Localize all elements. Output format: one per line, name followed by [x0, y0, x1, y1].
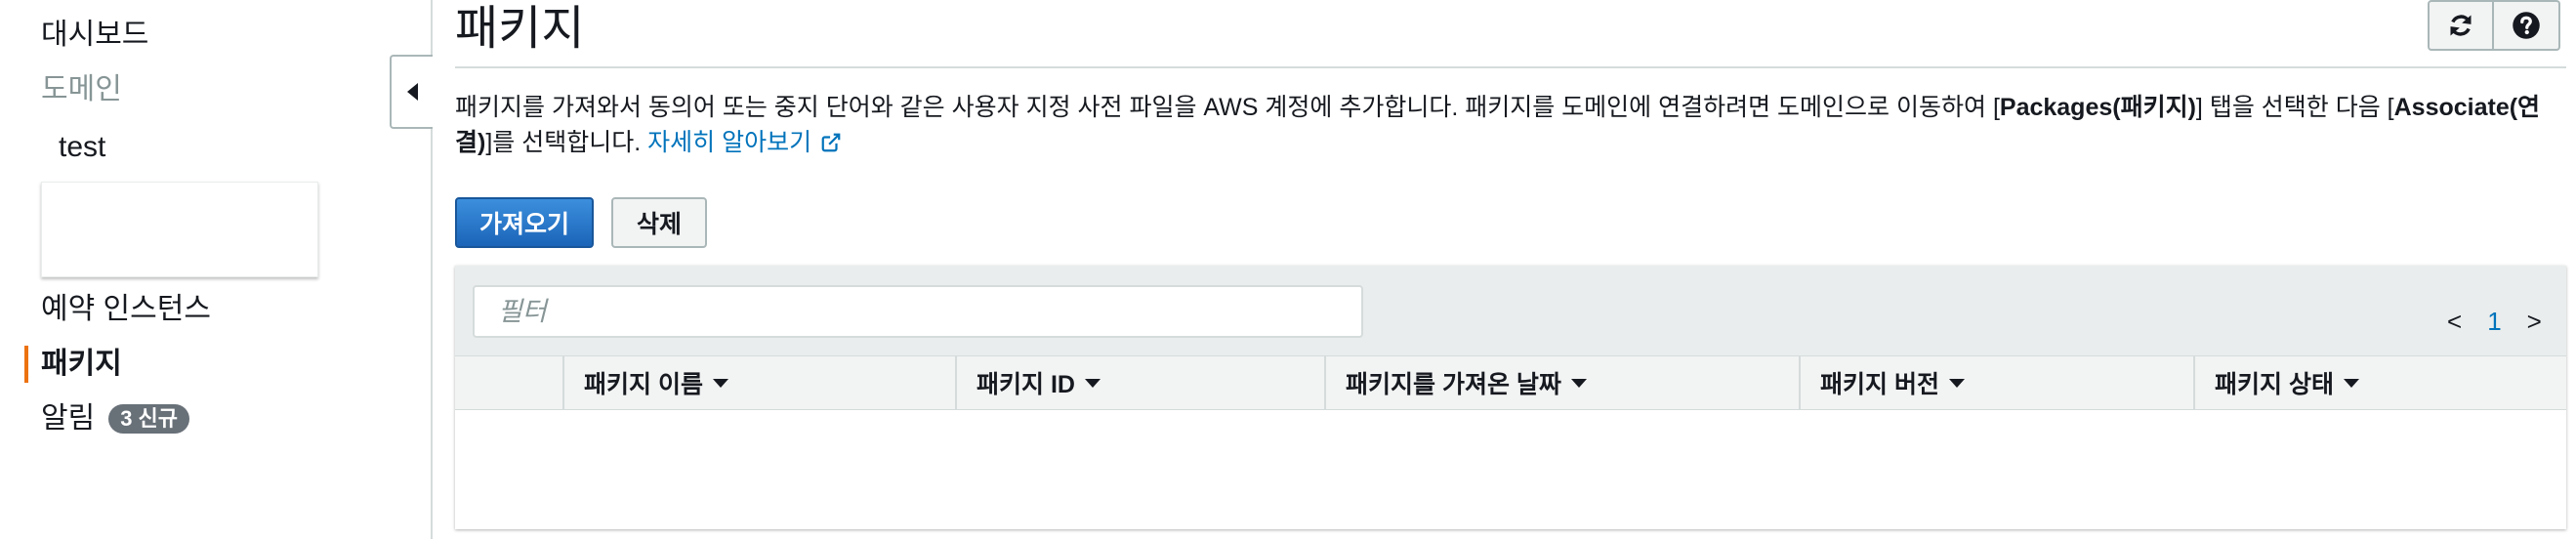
- sidebar-item-label: 알림: [41, 402, 96, 435]
- domain-list-panel: [41, 182, 318, 277]
- column-header-label: 패키지를 가져온 날짜: [1346, 371, 1561, 398]
- column-header-package-id[interactable]: 패키지 ID: [955, 356, 1324, 409]
- title-divider: [455, 66, 2566, 68]
- filter-bar: < 1 >: [455, 266, 2566, 355]
- page-title: 패키지: [455, 3, 585, 55]
- filter-input[interactable]: [473, 285, 1363, 338]
- sidebar-item-notifications[interactable]: 알림 3 신규: [41, 401, 190, 436]
- active-indicator: [24, 346, 28, 383]
- sidebar-item-domains[interactable]: 도메인: [41, 72, 122, 107]
- column-header-label: 패키지 이름: [584, 371, 703, 398]
- sidebar-item-dashboard[interactable]: 대시보드: [41, 18, 148, 53]
- learn-more-link[interactable]: 자세히 알아보기: [647, 129, 844, 156]
- sidebar-item-domain-test[interactable]: test: [59, 130, 105, 165]
- column-header-package-version[interactable]: 패키지 버전: [1799, 356, 2193, 409]
- sidebar-item-reserved-instances[interactable]: 예약 인스턴스: [41, 292, 211, 327]
- packages-table: < 1 > 패키지 이름 패키지 ID 패키지를 가져온 날짜 패키지 버전 패…: [455, 266, 2566, 529]
- notification-badge: 3 신규: [108, 404, 190, 434]
- help-button[interactable]: [2494, 0, 2560, 51]
- refresh-icon: [2450, 15, 2472, 36]
- pagination: < 1 >: [2447, 305, 2542, 338]
- column-header-package-name[interactable]: 패키지 이름: [562, 356, 955, 409]
- description-text: ] 탭을 선택한 다음 [: [2195, 94, 2394, 121]
- learn-more-label: 자세히 알아보기: [647, 129, 812, 156]
- sort-caret-icon: [712, 378, 728, 388]
- sidebar-item-packages[interactable]: 패키지: [41, 347, 122, 382]
- description-text: 패키지를 가져와서 동의어 또는 중지 단어와 같은 사용자 지정 사전 파일을…: [455, 94, 2000, 121]
- previous-page-button[interactable]: <: [2447, 305, 2462, 338]
- select-column-header: [455, 356, 562, 409]
- column-header-label: 패키지 ID: [976, 371, 1075, 398]
- next-page-button[interactable]: >: [2527, 305, 2542, 338]
- description-text: ]를 선택합니다.: [485, 129, 648, 156]
- sort-caret-icon: [1570, 378, 1587, 388]
- delete-button[interactable]: 삭제: [611, 197, 707, 248]
- refresh-button[interactable]: [2428, 0, 2494, 51]
- import-button[interactable]: 가져오기: [455, 197, 594, 248]
- sidebar: 대시보드 도메인 test 예약 인스턴스 패키지 알림 3 신규: [0, 0, 433, 539]
- collapse-sidebar-button[interactable]: [390, 55, 433, 129]
- page-description: 패키지를 가져와서 동의어 또는 중지 단어와 같은 사용자 지정 사전 파일을…: [455, 90, 2564, 160]
- column-header-label: 패키지 버전: [1820, 371, 1939, 398]
- sort-caret-icon: [1084, 378, 1101, 388]
- table-header-row: 패키지 이름 패키지 ID 패키지를 가져온 날짜 패키지 버전 패키지 상태: [455, 355, 2566, 410]
- caret-left-icon: [406, 83, 418, 101]
- column-header-label: 패키지 상태: [2215, 371, 2334, 398]
- sort-caret-icon: [2343, 378, 2359, 388]
- page-number-button[interactable]: 1: [2487, 305, 2501, 338]
- column-header-imported-date[interactable]: 패키지를 가져온 날짜: [1324, 356, 1799, 409]
- header-actions: [2428, 0, 2560, 51]
- packages-tab-reference: Packages(패키지): [1999, 94, 2196, 121]
- external-link-icon: [821, 133, 841, 152]
- help-icon: [2513, 12, 2540, 39]
- column-header-package-status[interactable]: 패키지 상태: [2193, 356, 2566, 409]
- sort-caret-icon: [1948, 378, 1965, 388]
